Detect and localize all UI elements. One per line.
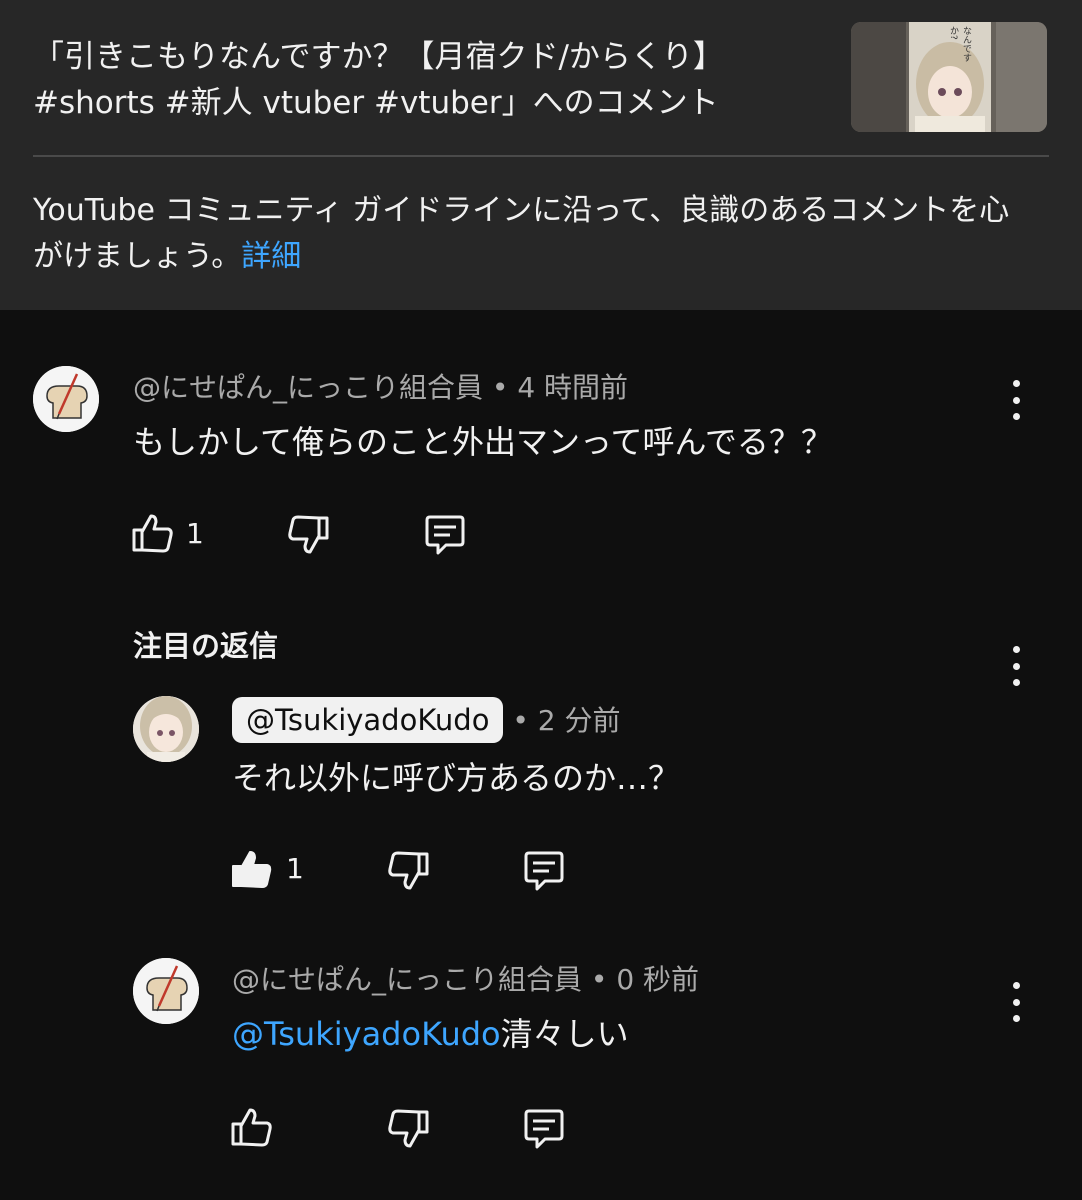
dot-icon [1012, 662, 1020, 670]
community-guideline-notice: YouTube コミュニティ ガイドラインに沿って、良識のあるコメントを心がけま… [33, 188, 1033, 280]
meta-separator: • [590, 963, 617, 996]
dislike-button[interactable] [385, 848, 431, 894]
like-button[interactable] [229, 846, 275, 892]
reply-meta: @にせぱん_にっこり組合員 • 0 秒前 [232, 960, 699, 1000]
bread-avatar-icon [33, 366, 99, 432]
thumbs-up-icon [231, 1108, 272, 1147]
meta-separator: • [512, 704, 538, 737]
dot-icon [1012, 998, 1020, 1006]
like-count: 1 [186, 517, 204, 550]
dot-icon [1012, 396, 1020, 404]
guideline-text: YouTube コミュニティ ガイドラインに沿って、良識のあるコメントを心がけま… [33, 193, 1010, 274]
more-options-button[interactable] [1006, 380, 1026, 420]
thumbs-up-icon [132, 514, 173, 553]
more-options-button[interactable] [1006, 646, 1026, 686]
mention-link[interactable]: @TsukiyadoKudo [232, 1015, 501, 1053]
avatar[interactable] [33, 366, 99, 432]
comments-page: 「引きこもりなんですか？【月宿クド/からくり】#shorts #新人 vtube… [0, 0, 1082, 1200]
reply-meta: @TsukiyadoKudo • 2 分前 [232, 697, 621, 743]
like-button[interactable] [229, 1104, 275, 1150]
reply-button[interactable] [521, 848, 567, 894]
thumbs-down-icon [288, 515, 329, 554]
dot-icon [1012, 380, 1020, 387]
dislike-button[interactable] [385, 1106, 431, 1152]
meta-separator: • [491, 371, 518, 404]
dot-icon [1012, 413, 1020, 420]
avatar[interactable] [133, 958, 199, 1024]
reply-comment-icon [425, 515, 465, 555]
comments-header: 「引きこもりなんですか？【月宿クド/からくり】#shorts #新人 vtube… [0, 0, 1082, 310]
dot-icon [1012, 982, 1020, 989]
thumbs-down-icon [388, 1109, 429, 1148]
guideline-details-link[interactable]: 詳細 [241, 239, 301, 274]
reply-body: 清々しい [500, 1015, 629, 1053]
more-options-button[interactable] [1006, 982, 1026, 1022]
header-divider [33, 155, 1049, 157]
comment-author[interactable]: @にせぱん_にっこり組合員 [133, 371, 483, 404]
reply-author[interactable]: @にせぱん_にっこり組合員 [232, 963, 582, 996]
comment-time: 4 時間前 [517, 371, 629, 404]
thumbs-up-filled-icon [232, 851, 272, 888]
avatar[interactable] [133, 696, 199, 762]
like-button[interactable] [130, 510, 176, 556]
reply-comment-icon [524, 1109, 564, 1149]
comment-meta: @にせぱん_にっこり組合員 • 4 時間前 [133, 368, 628, 408]
reply-time: 2 分前 [537, 704, 621, 737]
reply-text: それ以外に呼び方あるのか…？ [232, 759, 681, 797]
like-count: 1 [286, 852, 304, 885]
dislike-button[interactable] [285, 512, 331, 558]
reply-comment-icon [524, 851, 564, 891]
dot-icon [1012, 646, 1020, 653]
thumbs-down-icon [388, 851, 429, 890]
vtuber-avatar-icon [133, 696, 199, 762]
video-title: 「引きこもりなんですか？【月宿クド/からくり】#shorts #新人 vtube… [33, 39, 724, 121]
reply-button[interactable] [521, 1106, 567, 1152]
featured-replies-label: 注目の返信 [133, 629, 279, 663]
bread-avatar-icon [133, 958, 199, 1024]
creator-handle-badge[interactable]: @TsukiyadoKudo [232, 697, 504, 743]
thumbnail-text: なんですか? [948, 26, 971, 62]
comment-text: もしかして俺らのこと外出マンって呼んでる？？ [133, 423, 833, 461]
dot-icon [1012, 1015, 1020, 1022]
reply-time: 0 秒前 [616, 963, 700, 996]
reply-button[interactable] [422, 512, 468, 558]
dot-icon [1012, 679, 1020, 686]
reply-text: @TsukiyadoKudo清々しい [232, 1012, 629, 1056]
video-thumbnail[interactable]: なんですか? [851, 22, 1047, 132]
